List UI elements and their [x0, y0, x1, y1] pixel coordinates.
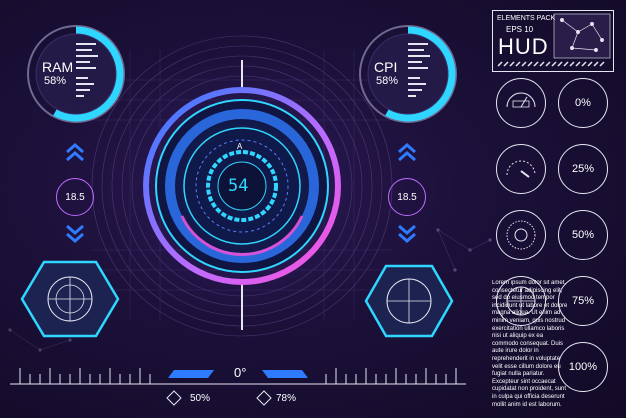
left-bottom-percent: 50%	[190, 393, 211, 404]
center-readout: 54	[228, 176, 249, 196]
dial-icon[interactable]	[496, 210, 546, 260]
cpi-gauge-ring	[359, 25, 457, 123]
hud-title: HUD	[498, 34, 549, 59]
right-hex-targeting-icon[interactable]	[362, 262, 456, 340]
cpi-label: CPI	[374, 59, 398, 75]
ram-gauge: RAM 58%	[24, 22, 128, 126]
percent-button-25[interactable]: 25%	[558, 144, 608, 194]
right-chevron-down-icon[interactable]	[396, 222, 418, 244]
dial-graphic	[506, 220, 536, 250]
tachometer-graphic	[506, 160, 536, 178]
percent-button-75-label: 75%	[571, 295, 595, 307]
elements-pack-label: ELEMENTS PACK	[497, 15, 556, 22]
left-chevron-down-icon[interactable]	[64, 222, 86, 244]
percent-button-50[interactable]: 50%	[558, 210, 608, 260]
eps-label: EPS 10	[506, 25, 534, 34]
percent-button-25-label: 25%	[571, 163, 595, 175]
description-text: Lorem ipsum dolor sit amet, consectetur …	[492, 280, 568, 408]
cpi-percent: 58%	[376, 75, 399, 87]
ram-percent: 58%	[44, 75, 67, 87]
percent-button-0-label: 0%	[575, 97, 591, 109]
right-bottom-percent: 78%	[276, 393, 297, 404]
right-side-value: 18.5	[397, 191, 417, 203]
left-side-readout: 18.5	[56, 178, 94, 216]
right-chevron-up-icon[interactable]	[396, 142, 418, 164]
percent-button-100-label: 100%	[568, 361, 598, 373]
left-side-value: 18.5	[65, 191, 85, 203]
ram-label: RAM	[42, 59, 74, 75]
center-marker: A	[237, 142, 243, 151]
tachometer-icon[interactable]	[496, 144, 546, 194]
cpi-gauge: CPI 58%	[356, 22, 460, 126]
right-side-readout: 18.5	[388, 178, 426, 216]
left-chevron-up-icon[interactable]	[64, 142, 86, 164]
percent-button-50-label: 50%	[571, 229, 595, 241]
speedometer-icon[interactable]	[496, 78, 546, 128]
center-radar: A 54	[142, 86, 342, 286]
percent-button-0[interactable]: 0%	[558, 78, 608, 128]
right-bottom-diamond-icon	[256, 390, 272, 406]
left-hex-targeting-icon[interactable]	[18, 258, 122, 340]
header-badge: ELEMENTS PACK EPS 10 HUD	[492, 10, 614, 72]
heading-value: 0°	[234, 365, 247, 380]
ram-gauge-ring	[27, 25, 125, 123]
left-bottom-diamond-icon	[166, 390, 182, 406]
speedometer-graphic	[506, 92, 536, 108]
